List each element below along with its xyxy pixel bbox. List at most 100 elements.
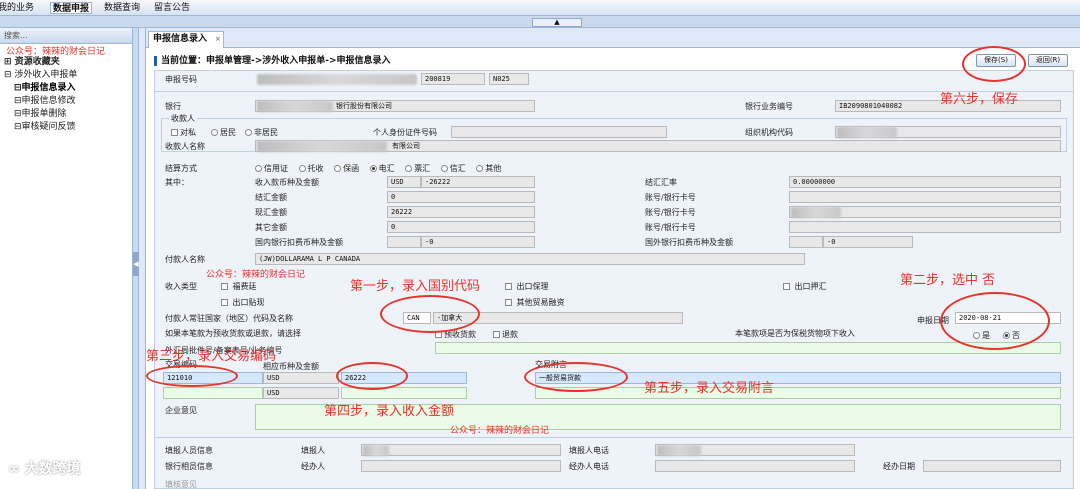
watermark-logo: ∞ 大数跨境 (8, 461, 81, 477)
country-label: 付款人常驻国家（地区）代码及名称 (165, 314, 293, 323)
income-type-discount[interactable]: 出口贴现 (221, 297, 265, 308)
redacted-block (837, 127, 897, 138)
domestic-fee-field[interactable]: -0 (421, 236, 535, 248)
close-icon[interactable]: × (215, 32, 221, 47)
txn-currency-field[interactable]: USD (263, 372, 339, 384)
back-button[interactable]: 返回(R) (1028, 54, 1068, 67)
filler-label: 填报人 (301, 446, 325, 455)
filler-phone-label: 填报人电话 (569, 446, 609, 455)
payee-group-title: 收款人 (169, 113, 197, 124)
radio-icon (476, 165, 484, 172)
checkbox-icon (783, 283, 790, 290)
settle-opt-collection[interactable]: 托收 (298, 164, 324, 173)
income-type-label: 收入类型 (165, 282, 197, 291)
fx-settle-field[interactable]: 0 (387, 191, 535, 203)
account-label-2: 账号/银行卡号 (645, 208, 696, 217)
radio-icon (440, 165, 448, 172)
sidebar-item-income-form[interactable]: ⊟ 涉外收入申报单 (0, 69, 132, 82)
radio-icon (405, 165, 413, 172)
settle-label: 结算方式 (165, 164, 197, 173)
settle-opt-lc[interactable]: 信用证 (255, 164, 288, 173)
filler-field[interactable] (361, 444, 561, 456)
country-highlight-oval (380, 295, 480, 333)
income-type-trade-finance[interactable]: 其他贸易融资 (505, 297, 565, 308)
fx-rate-field[interactable]: 0.00000000 (789, 176, 1061, 188)
domestic-fee-label: 国内银行扣费币种及金额 (255, 238, 343, 247)
divider (155, 437, 1073, 438)
settle-opt-mt[interactable]: 信汇 (440, 164, 466, 173)
income-type-forfaiting[interactable]: 福费廷 (221, 281, 257, 292)
payee-type-nonresident[interactable]: 非居民 (245, 127, 278, 138)
handle-date-field[interactable] (923, 460, 1061, 472)
breadcrumb: 当前位置：申报单管理->涉外收入申报单->申报信息录入 (154, 54, 1074, 68)
payee-type-private[interactable]: 对私 (171, 127, 196, 138)
wechat-annotation-top: 公众号：辣辣的财会日记 (6, 47, 106, 57)
sidebar-item-feedback[interactable]: ⊟审核疑问反馈 (0, 121, 132, 134)
prepay-question: 如果本笔款为预收货款或退款，请选择 (165, 329, 301, 338)
account-field-1[interactable] (789, 191, 1061, 203)
menu-my-business[interactable]: 我的业务 (0, 2, 36, 14)
refund-option[interactable]: 退款 (493, 329, 518, 340)
collapse-top-button[interactable]: ▲ (532, 18, 582, 27)
sidebar-search[interactable]: 搜索... (0, 28, 132, 44)
declaration-no-part-2[interactable]: N025 (489, 73, 529, 85)
menu-data-declare[interactable]: 数据申报 (50, 2, 93, 14)
checkbox-icon (505, 299, 512, 306)
amount-value-field[interactable]: -26222 (421, 176, 535, 188)
sidebar-item-entry[interactable]: ⊟申报信息录入 (0, 82, 132, 95)
among-label: 其中： (165, 178, 189, 187)
amount-currency-field[interactable]: USD (387, 176, 421, 188)
spot-label: 现汇金额 (255, 208, 287, 217)
sidebar-item-favorites[interactable]: ⊞ 资源收藏夹 (0, 56, 132, 69)
handle-date-label: 经办日期 (883, 462, 915, 471)
checkbox-icon (171, 129, 178, 136)
step4-annotation: 第四步，录入收入金额 (324, 404, 455, 419)
id-no-label: 个人身份证件号码 (373, 128, 437, 137)
bank-label: 银行 (165, 102, 181, 111)
tab-declaration-entry[interactable]: 申报信息录入 × (148, 31, 224, 48)
other-field[interactable]: 0 (387, 221, 535, 233)
radio-icon (255, 165, 262, 172)
menu-data-query[interactable]: 数据查询 (102, 2, 142, 14)
payee-type-resident[interactable]: 居民 (211, 127, 236, 138)
other-label: 其它金额 (255, 223, 287, 232)
txn-note-field-2[interactable] (535, 387, 1061, 399)
settle-opt-guarantee[interactable]: 保函 (334, 164, 359, 173)
redacted-block (363, 445, 389, 456)
redacted-block (257, 101, 333, 112)
redacted-block (791, 207, 841, 218)
declaration-no-part-1[interactable]: 200819 (421, 73, 485, 85)
settle-opt-other[interactable]: 其他 (476, 164, 501, 173)
step6-annotation: 第六步，保存 (940, 92, 1019, 107)
foreign-fee-currency-field[interactable] (789, 236, 823, 248)
income-type-bills[interactable]: 出口押汇 (783, 281, 827, 292)
settle-opt-dd[interactable]: 票汇 (405, 164, 430, 173)
account-field-3[interactable] (789, 221, 1061, 233)
sidebar-item-modify[interactable]: ⊟申报信息修改 (0, 95, 132, 108)
amount-label: 收入款币种及金额 (255, 178, 319, 187)
tree-icon: ⊟ (14, 83, 22, 93)
handler-field[interactable] (361, 460, 561, 472)
checkbox-icon (221, 283, 228, 290)
collapse-left-icon[interactable]: ◀ (133, 252, 139, 276)
txn-code-field-2[interactable] (163, 387, 263, 399)
handler-label: 经办人 (301, 462, 325, 471)
review-label: 填核意见 (165, 480, 197, 489)
txn-currency-field-2[interactable]: USD (263, 387, 339, 399)
sidebar: 搜索... ⊞ 资源收藏夹 ⊟ 涉外收入申报单 ⊟申报信息录入 ⊟申报信息修改 … (0, 28, 133, 489)
settle-opt-tt[interactable]: 电汇 (369, 164, 395, 173)
foreign-fee-field[interactable]: -0 (823, 236, 913, 248)
tab-strip: 申报信息录入 × (146, 28, 1080, 48)
spot-field[interactable]: 26222 (387, 206, 535, 218)
handler-phone-field[interactable] (655, 460, 855, 472)
id-no-field[interactable] (451, 126, 667, 138)
domestic-fee-currency-field[interactable] (387, 236, 421, 248)
step5-annotation: 第五步，录入交易附言 (644, 381, 775, 396)
txn-code-highlight-oval (146, 365, 238, 387)
payer-field[interactable]: (JW)DOLLARAMA L P CANADA (255, 253, 805, 265)
menu-message-notice[interactable]: 留言公告 (152, 2, 192, 14)
income-type-factoring[interactable]: 出口保理 (505, 281, 549, 292)
sidebar-item-delete[interactable]: ⊟申报单删除 (0, 108, 132, 121)
wechat-annotation-mid: 公众号：辣辣的财会日记 (206, 270, 306, 280)
no-highlight-oval (940, 292, 1050, 350)
